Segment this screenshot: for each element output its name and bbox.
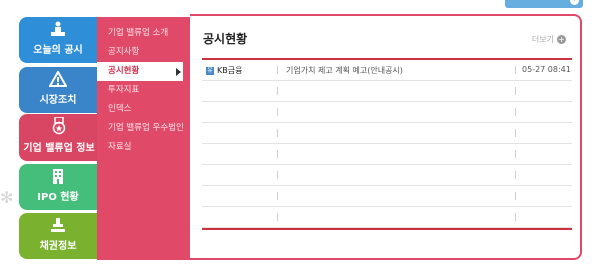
table-bottom-rule [202, 228, 572, 230]
category-label: 오늘의 공시 [33, 45, 83, 56]
column-divider [515, 150, 516, 158]
decorative-flower-icon: ✻ [0, 188, 14, 207]
category-ipo-status[interactable]: IPO 현황 [19, 164, 97, 210]
list-item [202, 144, 572, 165]
column-divider [515, 171, 516, 179]
column-divider [277, 66, 278, 74]
disclosure-title[interactable]: 기업가치 제고 계획 예고(안내공시) [286, 65, 403, 76]
category-value-up[interactable]: 기업 밸류업 정보 [19, 114, 99, 161]
category-today-disclosure[interactable]: 오늘의 공시 [19, 17, 97, 63]
submenu-item-disclosure-status[interactable]: 공시현황 [97, 62, 183, 81]
list-item [202, 102, 572, 123]
submenu-item-value-up-intro[interactable]: 기업 밸류업 소개 [97, 24, 190, 43]
category-label: 시장조치 [39, 95, 77, 106]
category-bond-info[interactable]: 채권정보 [19, 213, 97, 259]
column-divider [277, 213, 278, 221]
disclosure-list: 유 KB금융 기업가치 제고 계획 예고(안내공시) 05-27 08:41 [202, 60, 572, 228]
arrow-right-icon: › [570, 0, 579, 5]
column-divider [277, 171, 278, 179]
submenu-item-index[interactable]: 인덱스 [97, 100, 190, 119]
submenu-item-value-up-excellent[interactable]: 기업 밸류업 우수법인 [97, 119, 190, 138]
disclosure-time: 05-27 08:41 [522, 65, 571, 74]
podium-person-icon [51, 21, 65, 36]
submenu: 기업 밸류업 소개 공지사항 공시현황 투자지표 인덱스 기업 밸류업 우수법인… [97, 17, 190, 260]
panel-title: 공시현황 [203, 32, 248, 46]
column-divider [277, 129, 278, 137]
submenu-item-investment-index[interactable]: 투자지표 [97, 81, 190, 100]
stage: › 오늘의 공시 시장조치 기업 밸류업 정보 [0, 0, 600, 275]
stamp-icon [51, 218, 65, 232]
list-item [202, 186, 572, 207]
list-item[interactable]: 유 KB금융 기업가치 제고 계획 예고(안내공시) 05-27 08:41 [202, 60, 572, 81]
plus-icon: + [557, 35, 566, 44]
column-divider [515, 87, 516, 95]
list-item [202, 81, 572, 102]
list-item [202, 207, 572, 228]
column-divider [277, 108, 278, 116]
column-divider [515, 66, 516, 74]
more-label: 더보기 [531, 35, 554, 44]
category-label: 채권정보 [39, 241, 77, 252]
category-market-action[interactable]: 시장조치 [19, 67, 97, 113]
column-divider [277, 87, 278, 95]
warning-triangle-icon [49, 71, 67, 87]
content-panel: 공시현황 더보기 + 유 KB금융 기업가치 제고 계획 예고(안내공시) 05… [190, 14, 582, 260]
market-badge-icon: 유 [206, 66, 214, 75]
top-right-button[interactable]: › [505, 0, 583, 8]
column-divider [277, 150, 278, 158]
column-divider [515, 213, 516, 221]
more-link[interactable]: 더보기 + [532, 34, 566, 45]
list-item [202, 123, 572, 144]
column-divider [277, 192, 278, 200]
column-divider [515, 108, 516, 116]
company-name: KB금융 [217, 66, 243, 75]
medal-icon [52, 117, 66, 135]
building-icon [53, 169, 63, 184]
category-label: 기업 밸류업 정보 [23, 143, 95, 154]
column-divider [515, 129, 516, 137]
category-label: IPO 현황 [37, 192, 79, 203]
submenu-item-notices[interactable]: 공지사항 [97, 43, 190, 62]
company-cell: 유 KB금융 [206, 65, 242, 76]
column-divider [515, 192, 516, 200]
list-item [202, 165, 572, 186]
submenu-item-library[interactable]: 자료실 [97, 138, 190, 157]
